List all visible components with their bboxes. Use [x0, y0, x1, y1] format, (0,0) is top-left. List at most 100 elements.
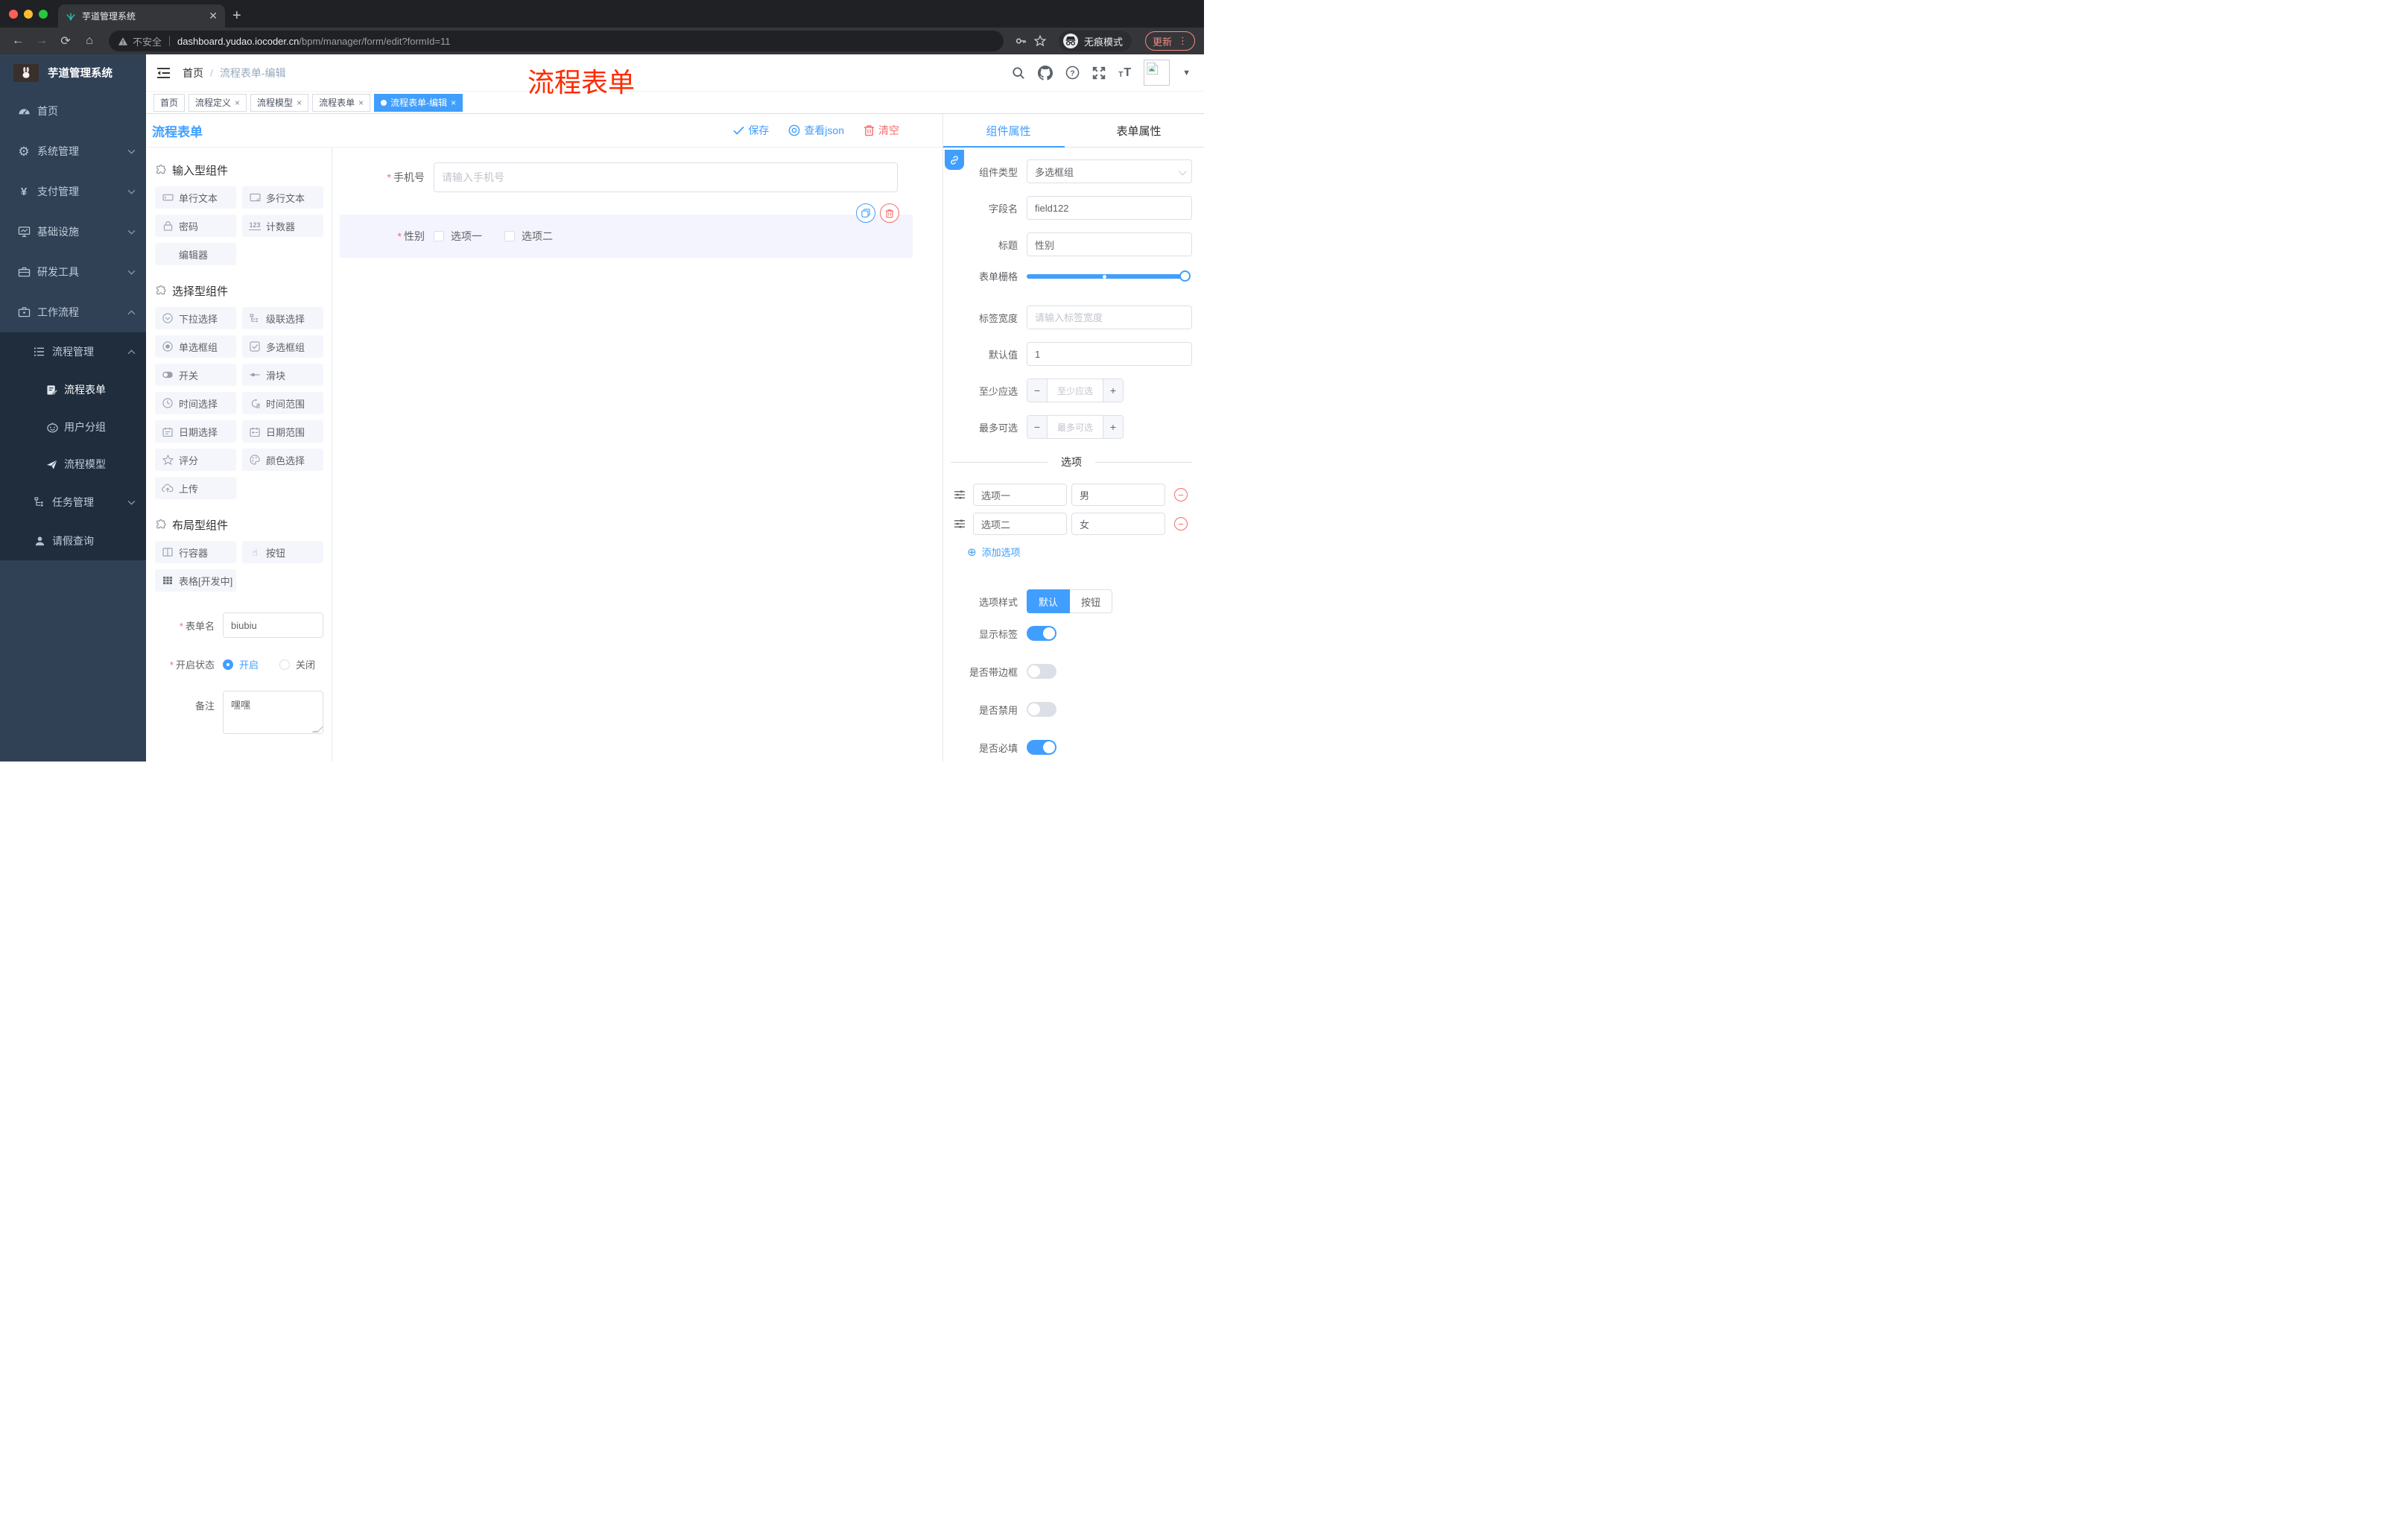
browser-tab[interactable]: 芋道管理系统 ✕	[58, 4, 225, 28]
security-label[interactable]: 不安全	[133, 34, 162, 48]
palette-item-time-range[interactable]: 时间范围	[242, 392, 323, 414]
default-value-input[interactable]	[1027, 342, 1192, 366]
update-button[interactable]: 更新 ⋮	[1144, 31, 1195, 51]
option-value-input[interactable]	[1071, 484, 1165, 506]
palette-item-editor[interactable]: 编辑器	[155, 243, 236, 265]
breadcrumb-home[interactable]: 首页	[183, 66, 203, 80]
palette-item-switch[interactable]: 开关	[155, 364, 236, 386]
max-select-stepper[interactable]: − 最多可选 +	[1027, 415, 1124, 439]
bookmark-star-icon[interactable]	[1033, 34, 1047, 48]
github-icon[interactable]	[1038, 65, 1054, 80]
sidebar-item-user-group[interactable]: 用户分组	[0, 408, 146, 446]
minimize-window-button[interactable]	[24, 9, 33, 19]
min-select-stepper[interactable]: − 至少应选 +	[1027, 379, 1124, 402]
palette-item-date-picker[interactable]: 日期选择	[155, 420, 236, 443]
delete-component-button[interactable]	[880, 203, 899, 223]
close-icon[interactable]: ×	[451, 98, 456, 108]
tag-process-form-edit[interactable]: 流程表单-编辑 ×	[374, 93, 463, 112]
minus-button[interactable]: −	[1027, 416, 1048, 438]
sidebar-item-task-management[interactable]: 任务管理	[0, 483, 146, 522]
palette-item-password[interactable]: 密码	[155, 215, 236, 237]
option-label-input[interactable]	[973, 513, 1067, 535]
palette-item-rate[interactable]: 评分	[155, 449, 236, 471]
option-value-input[interactable]	[1071, 513, 1165, 535]
data-binding-link-button[interactable]	[945, 150, 964, 170]
palette-item-single-line-text[interactable]: 单行文本	[155, 186, 236, 209]
required-toggle[interactable]	[1027, 740, 1056, 755]
drag-handle-icon[interactable]	[954, 519, 966, 529]
browser-menu-icon[interactable]: ⋮	[1178, 35, 1188, 47]
status-radio-on[interactable]: 开启	[223, 657, 259, 671]
option-label-input[interactable]	[973, 484, 1067, 506]
palette-item-radio-group[interactable]: 单选框组	[155, 335, 236, 358]
remove-option-button[interactable]: −	[1174, 517, 1188, 531]
gender-field-selected[interactable]: * 性别 选项一 选项二	[340, 203, 913, 258]
show-label-toggle[interactable]	[1027, 626, 1056, 641]
form-remark-textarea[interactable]: 嘿嘿	[223, 691, 323, 734]
sidebar-item-home[interactable]: 首页	[0, 91, 146, 131]
copy-component-button[interactable]	[856, 203, 875, 223]
sidebar-item-workflow[interactable]: 工作流程	[0, 292, 146, 332]
phone-field[interactable]: * 手机号	[340, 162, 898, 192]
gender-option-2[interactable]: 选项二	[504, 229, 553, 244]
sidebar-item-payment[interactable]: ¥ 支付管理	[0, 171, 146, 212]
phone-input[interactable]	[434, 162, 898, 192]
sidebar-item-devtools[interactable]: 研发工具	[0, 252, 146, 292]
component-type-select[interactable]	[1027, 159, 1192, 183]
collapse-sidebar-icon[interactable]	[156, 67, 171, 79]
palette-item-checkbox-group[interactable]: 多选框组	[242, 335, 323, 358]
form-name-input[interactable]	[223, 612, 323, 638]
minus-button[interactable]: −	[1027, 379, 1048, 402]
palette-item-multi-line-text[interactable]: 多行文本	[242, 186, 323, 209]
palette-item-color-picker[interactable]: 颜色选择	[242, 449, 323, 471]
key-icon[interactable]	[1014, 34, 1027, 48]
palette-item-upload[interactable]: 上传	[155, 477, 236, 499]
help-icon[interactable]: ?	[1065, 66, 1080, 80]
add-option-button[interactable]: ⊕ 添加选项	[967, 545, 1192, 559]
remove-option-button[interactable]: −	[1174, 488, 1188, 501]
view-json-button[interactable]: 查看json	[788, 123, 844, 138]
clear-button[interactable]: 清空	[864, 123, 899, 138]
palette-item-date-range[interactable]: 日期范围	[242, 420, 323, 443]
maximize-window-button[interactable]	[39, 9, 48, 19]
sidebar-item-process-model[interactable]: 流程模型	[0, 446, 146, 483]
close-icon[interactable]: ×	[358, 98, 364, 108]
border-toggle[interactable]	[1027, 664, 1056, 679]
palette-item-cascader[interactable]: 级联选择	[242, 307, 323, 329]
plus-button[interactable]: +	[1103, 416, 1123, 438]
sidebar-item-process-form[interactable]: 流程表单	[0, 371, 146, 408]
avatar[interactable]	[1144, 60, 1170, 86]
sidebar-item-process-management[interactable]: 流程管理	[0, 332, 146, 371]
sidebar-item-infrastructure[interactable]: 基础设施	[0, 212, 146, 252]
sidebar-item-system[interactable]: ⚙ 系统管理	[0, 131, 146, 171]
reload-icon[interactable]: ⟳	[57, 34, 75, 48]
close-window-button[interactable]	[9, 9, 18, 19]
palette-item-button[interactable]: ☝ 按钮	[242, 541, 323, 563]
palette-item-row-container[interactable]: 行容器	[155, 541, 236, 563]
palette-item-select[interactable]: 下拉选择	[155, 307, 236, 329]
disabled-toggle[interactable]	[1027, 702, 1056, 717]
window-controls[interactable]	[0, 0, 58, 28]
tab-close-icon[interactable]: ✕	[209, 10, 218, 22]
field-name-input[interactable]	[1027, 196, 1192, 220]
tag-process-form[interactable]: 流程表单 ×	[312, 93, 371, 112]
tab-component-props[interactable]: 组件属性	[943, 114, 1074, 147]
avatar-dropdown-icon[interactable]: ▼	[1182, 69, 1191, 77]
font-size-icon[interactable]: TT	[1118, 66, 1131, 79]
tag-home[interactable]: 首页	[153, 93, 186, 112]
plus-button[interactable]: +	[1103, 379, 1123, 402]
close-icon[interactable]: ×	[235, 98, 240, 108]
drag-handle-icon[interactable]	[954, 490, 966, 500]
label-width-input[interactable]	[1027, 305, 1192, 329]
palette-item-time-picker[interactable]: 时间选择	[155, 392, 236, 414]
new-tab-button[interactable]: +	[232, 7, 241, 25]
palette-item-table[interactable]: 表格[开发中]	[155, 569, 236, 592]
sidebar-item-leave-query[interactable]: 请假查询	[0, 522, 146, 560]
home-icon[interactable]: ⌂	[80, 34, 98, 48]
status-radio-off[interactable]: 关闭	[279, 657, 315, 671]
title-input[interactable]	[1027, 232, 1192, 256]
form-grid-slider[interactable]	[1027, 270, 1191, 282]
search-icon[interactable]	[1012, 66, 1025, 80]
gender-option-1[interactable]: 选项一	[434, 229, 482, 244]
close-icon[interactable]: ×	[297, 98, 302, 108]
